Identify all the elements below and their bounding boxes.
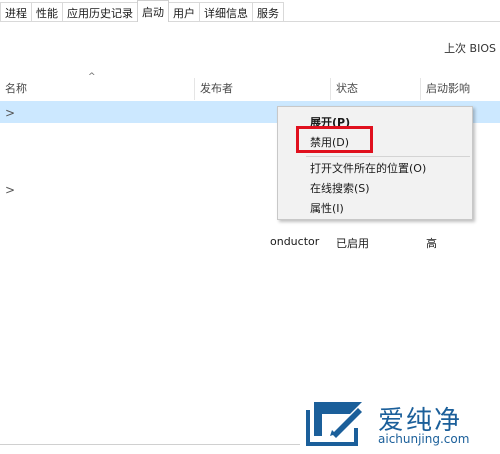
column-divider[interactable] bbox=[330, 78, 331, 100]
expand-chevron-icon[interactable]: > bbox=[5, 106, 15, 120]
row-status-cell: 已启用 bbox=[336, 237, 369, 250]
tab-strip: 进程 性能 应用历史记录 启动 用户 详细信息 服务 bbox=[0, 0, 284, 22]
tab-app-history[interactable]: 应用历史记录 bbox=[62, 2, 138, 22]
column-header-row: 名称 发布者 状态 启动影响 bbox=[0, 76, 500, 100]
menu-item-open-file-location[interactable]: 打开文件所在的位置(O) bbox=[310, 160, 426, 176]
highlight-box bbox=[296, 126, 373, 153]
column-header-status[interactable]: 状态 bbox=[336, 76, 358, 100]
brand-logo-icon bbox=[306, 402, 362, 446]
tab-startup[interactable]: 启动 bbox=[137, 0, 169, 22]
last-bios-time-label: 上次 BIOS bbox=[444, 42, 496, 55]
menu-item-properties[interactable]: 属性(I) bbox=[310, 200, 344, 216]
menu-item-search-online[interactable]: 在线搜索(S) bbox=[310, 180, 370, 196]
column-divider[interactable] bbox=[194, 78, 195, 100]
tab-details[interactable]: 详细信息 bbox=[199, 2, 253, 22]
bottom-divider bbox=[0, 444, 300, 445]
column-divider[interactable] bbox=[420, 78, 421, 100]
column-header-publisher[interactable]: 发布者 bbox=[200, 76, 233, 100]
watermark: 爱纯净 aichunjing.com bbox=[304, 398, 494, 450]
tab-performance[interactable]: 性能 bbox=[31, 2, 63, 22]
column-header-name[interactable]: 名称 bbox=[5, 76, 27, 100]
expand-chevron-icon[interactable]: > bbox=[5, 183, 15, 197]
column-header-impact[interactable]: 启动影响 bbox=[426, 76, 470, 100]
row-impact-cell: 高 bbox=[426, 237, 437, 250]
context-menu: 展开(P) 禁用(D) 打开文件所在的位置(O) 在线搜索(S) 属性(I) bbox=[277, 106, 473, 220]
row-publisher-cell: onductor bbox=[270, 235, 320, 248]
menu-separator bbox=[306, 156, 470, 157]
tab-processes[interactable]: 进程 bbox=[0, 2, 32, 22]
tab-divider bbox=[0, 21, 500, 22]
watermark-url: aichunjing.com bbox=[378, 432, 470, 446]
tab-users[interactable]: 用户 bbox=[168, 2, 200, 22]
tab-services[interactable]: 服务 bbox=[252, 2, 284, 22]
